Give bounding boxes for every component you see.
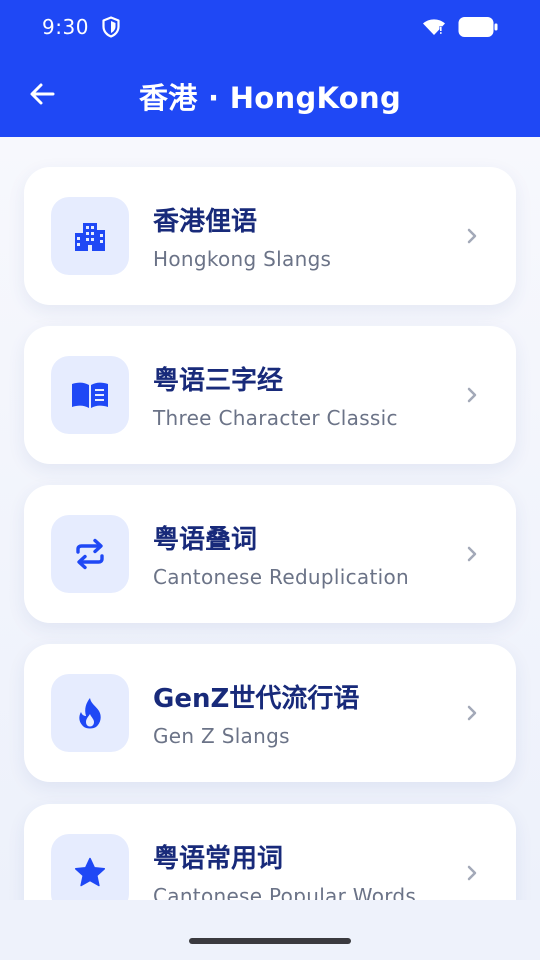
battery-icon bbox=[458, 16, 498, 38]
open-book-icon bbox=[51, 356, 129, 434]
chevron-right-icon bbox=[464, 861, 480, 885]
card-subtitle: Cantonese Popular Words bbox=[153, 884, 417, 900]
card-subtitle: Cantonese Reduplication bbox=[153, 565, 409, 589]
chevron-right-icon bbox=[464, 701, 480, 725]
home-indicator[interactable] bbox=[189, 938, 351, 944]
wifi-icon bbox=[422, 17, 446, 37]
card-title: 粤语三字经 bbox=[153, 366, 284, 396]
app-bar: 9:30 香港 · HongKong bbox=[0, 0, 540, 137]
card-subtitle: Gen Z Slangs bbox=[153, 724, 290, 748]
shield-icon bbox=[101, 16, 121, 38]
flame-icon bbox=[51, 674, 129, 752]
category-card-cantonese-reduplication[interactable]: 粤语叠词 Cantonese Reduplication bbox=[24, 485, 516, 623]
card-title: 粤语叠词 bbox=[153, 525, 258, 555]
card-title: GenZ世代流行语 bbox=[153, 684, 360, 714]
city-buildings-icon bbox=[51, 197, 129, 275]
chevron-right-icon bbox=[464, 224, 480, 248]
category-card-three-character-classic[interactable]: 粤语三字经 Three Character Classic bbox=[24, 326, 516, 464]
repeat-arrows-icon bbox=[51, 515, 129, 593]
category-card-hongkong-slangs[interactable]: 香港俚语 Hongkong Slangs bbox=[24, 167, 516, 305]
chevron-right-icon bbox=[464, 542, 480, 566]
status-bar: 9:30 bbox=[0, 0, 540, 54]
card-title: 粤语常用词 bbox=[153, 844, 284, 874]
chevron-right-icon bbox=[464, 383, 480, 407]
toolbar: 香港 · HongKong bbox=[0, 54, 540, 137]
navigation-bar bbox=[0, 900, 540, 960]
status-time: 9:30 bbox=[42, 15, 89, 39]
card-subtitle: Three Character Classic bbox=[153, 406, 398, 430]
star-icon bbox=[51, 834, 129, 900]
category-card-genz-slangs[interactable]: GenZ世代流行语 Gen Z Slangs bbox=[24, 644, 516, 782]
category-list: 香港俚语 Hongkong Slangs 粤语三字经 Three Charact… bbox=[0, 137, 540, 900]
card-title: 香港俚语 bbox=[153, 207, 258, 237]
card-subtitle: Hongkong Slangs bbox=[153, 247, 332, 271]
page-title: 香港 · HongKong bbox=[139, 80, 401, 115]
category-card-cantonese-popular-words[interactable]: 粤语常用词 Cantonese Popular Words bbox=[24, 804, 516, 900]
status-right bbox=[422, 16, 498, 38]
